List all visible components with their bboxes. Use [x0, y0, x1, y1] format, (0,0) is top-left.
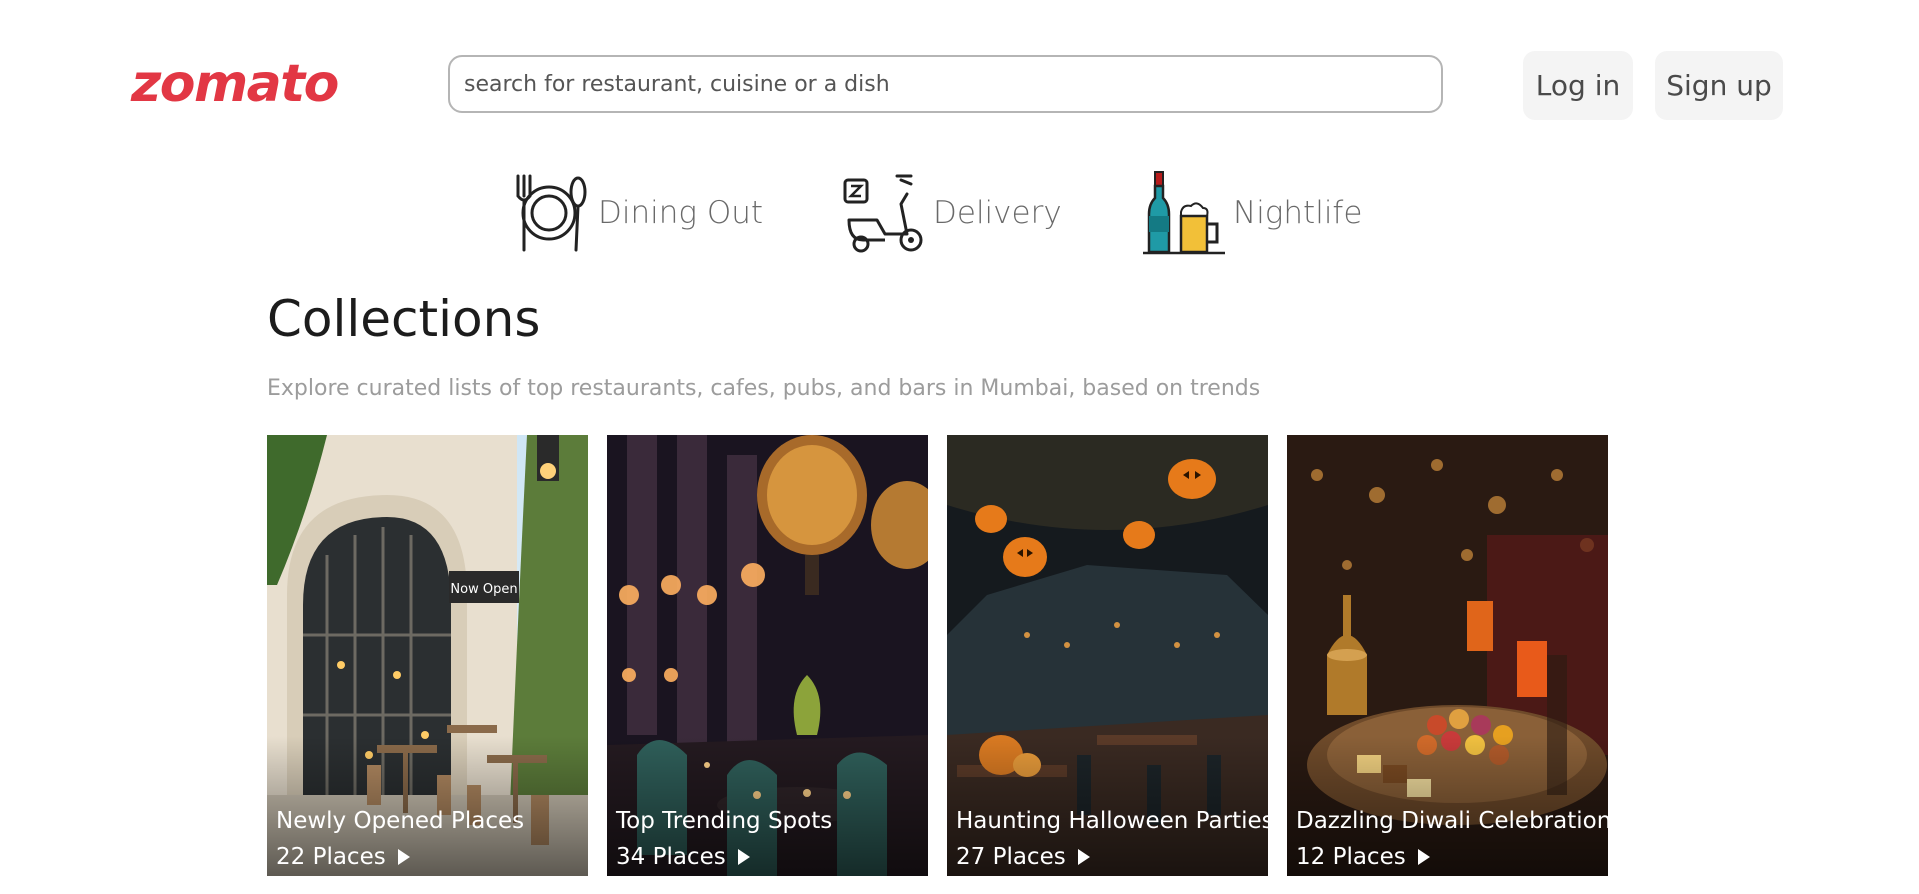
tab-dining-out[interactable]: Dining Out	[506, 170, 763, 256]
collection-card-diwali[interactable]: Dazzling Diwali Celebrations 12 Places	[1287, 435, 1608, 876]
card-count: 34 Places	[616, 844, 750, 870]
play-arrow-icon	[1417, 849, 1430, 865]
play-arrow-icon	[737, 849, 750, 865]
card-title: Dazzling Diwali Celebrations	[1296, 808, 1608, 834]
card-count: 12 Places	[1296, 844, 1430, 870]
card-count: 27 Places	[956, 844, 1090, 870]
tab-nightlife[interactable]: Nightlife	[1141, 170, 1362, 256]
collection-card-halloween[interactable]: Haunting Halloween Parties 27 Places	[947, 435, 1268, 876]
card-count-text: 12 Places	[1296, 844, 1406, 870]
page: zomato Log in Sign up Dining Out Deliver…	[0, 0, 1919, 894]
tab-dining-out-label: Dining Out	[598, 195, 764, 231]
card-count-text: 34 Places	[616, 844, 726, 870]
tab-delivery[interactable]: Delivery	[841, 170, 1062, 256]
tab-delivery-label: Delivery	[933, 195, 1062, 231]
card-count-text: 22 Places	[276, 844, 386, 870]
search-input[interactable]	[448, 55, 1443, 113]
collection-card-trending[interactable]: Top Trending Spots 34 Places	[607, 435, 928, 876]
collections-title: Collections	[267, 290, 541, 348]
tab-nightlife-label: Nightlife	[1233, 195, 1363, 231]
now-open-sign: Now Open	[450, 582, 517, 597]
dining-out-icon	[516, 174, 587, 252]
card-title: Newly Opened Places	[276, 808, 525, 834]
delivery-scooter-icon	[843, 174, 923, 253]
play-arrow-icon	[1077, 849, 1090, 865]
collection-card-newly-opened[interactable]: Now Open Newly Opened Places 22 Places	[267, 435, 588, 876]
card-title: Haunting Halloween Parties	[956, 808, 1268, 834]
zomato-logo[interactable]: zomato	[131, 52, 339, 116]
nightlife-drinks-icon	[1143, 171, 1225, 255]
collections-subtitle: Explore curated lists of top restaurants…	[267, 376, 1261, 401]
card-count-text: 27 Places	[956, 844, 1066, 870]
card-title: Top Trending Spots	[616, 808, 833, 834]
signup-button[interactable]: Sign up	[1655, 51, 1783, 120]
play-arrow-icon	[397, 849, 410, 865]
login-button[interactable]: Log in	[1523, 51, 1633, 120]
card-count: 22 Places	[276, 844, 410, 870]
